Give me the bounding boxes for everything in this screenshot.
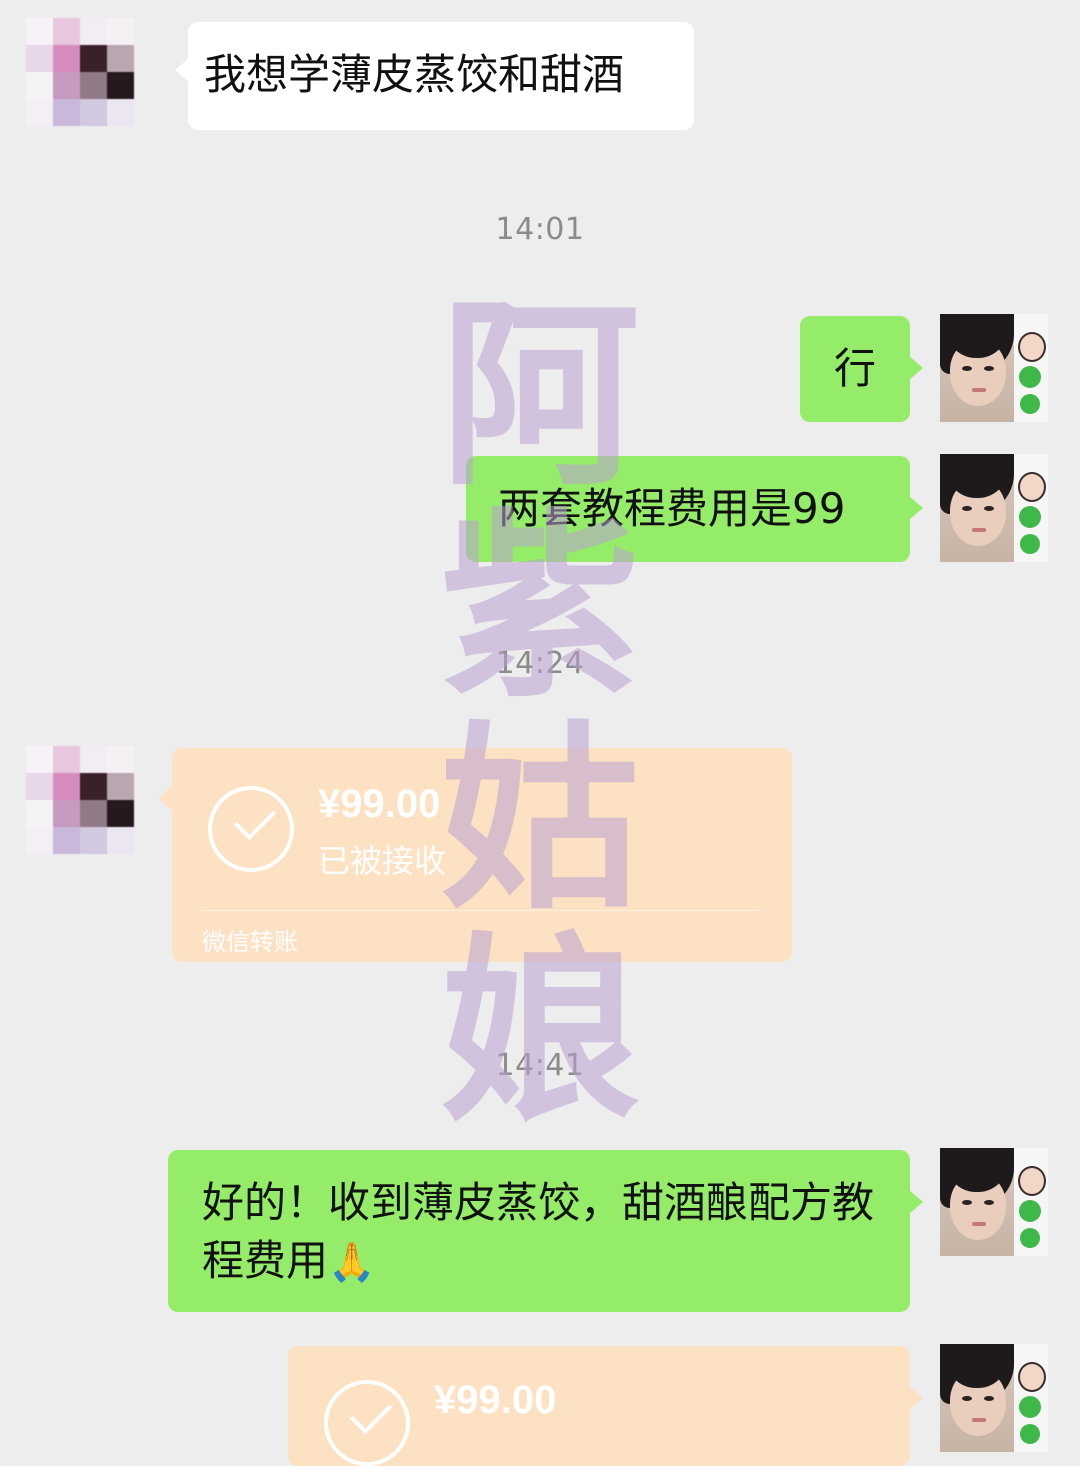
outgoing-message-bubble[interactable]: 行 [800, 316, 910, 422]
transfer-amount: ¥99.00 [434, 1378, 557, 1422]
contact-avatar[interactable] [26, 746, 134, 854]
check-circle-icon [208, 786, 294, 872]
message-text: 好的！收到薄皮蒸饺，甜酒酿配方教程费用 [202, 1178, 875, 1285]
watermark: 阿 紫 姑 娘 [430, 290, 650, 1138]
message-timestamp: 14:41 [495, 1048, 585, 1083]
outgoing-message-bubble[interactable]: 好的！收到薄皮蒸饺，甜酒酿配方教程费用🙏 [168, 1150, 910, 1312]
message-text: 我想学薄皮蒸饺和甜酒 [204, 50, 625, 99]
praying-hands-icon: 🙏 [328, 1240, 376, 1284]
message-text: 行 [834, 344, 877, 393]
user-avatar[interactable] [940, 314, 1048, 422]
transfer-card[interactable]: ¥99.00 [288, 1346, 910, 1466]
transfer-amount: ¥99.00 [318, 782, 441, 826]
check-circle-icon [324, 1380, 410, 1466]
bubble-tail [158, 786, 172, 810]
bubble-tail [175, 58, 189, 82]
transfer-card[interactable]: ¥99.00 已被接收 微信转账 [172, 748, 792, 962]
transfer-status: 已被接收 [318, 842, 447, 880]
bubble-tail [909, 496, 923, 520]
bubble-tail [909, 1386, 923, 1410]
transfer-footer: 微信转账 [202, 928, 298, 956]
user-avatar[interactable] [940, 1344, 1048, 1452]
message-text: 两套教程费用是99 [498, 484, 846, 533]
incoming-message-bubble[interactable]: 我想学薄皮蒸饺和甜酒 [188, 22, 694, 130]
bubble-tail [909, 1190, 923, 1214]
message-timestamp: 14:01 [495, 212, 585, 247]
user-avatar[interactable] [940, 454, 1048, 562]
user-avatar[interactable] [940, 1148, 1048, 1256]
contact-avatar[interactable] [26, 18, 134, 126]
message-timestamp: 14:24 [495, 646, 585, 681]
outgoing-message-bubble[interactable]: 两套教程费用是99 [466, 456, 910, 562]
bubble-tail [909, 356, 923, 380]
transfer-divider [202, 910, 762, 911]
